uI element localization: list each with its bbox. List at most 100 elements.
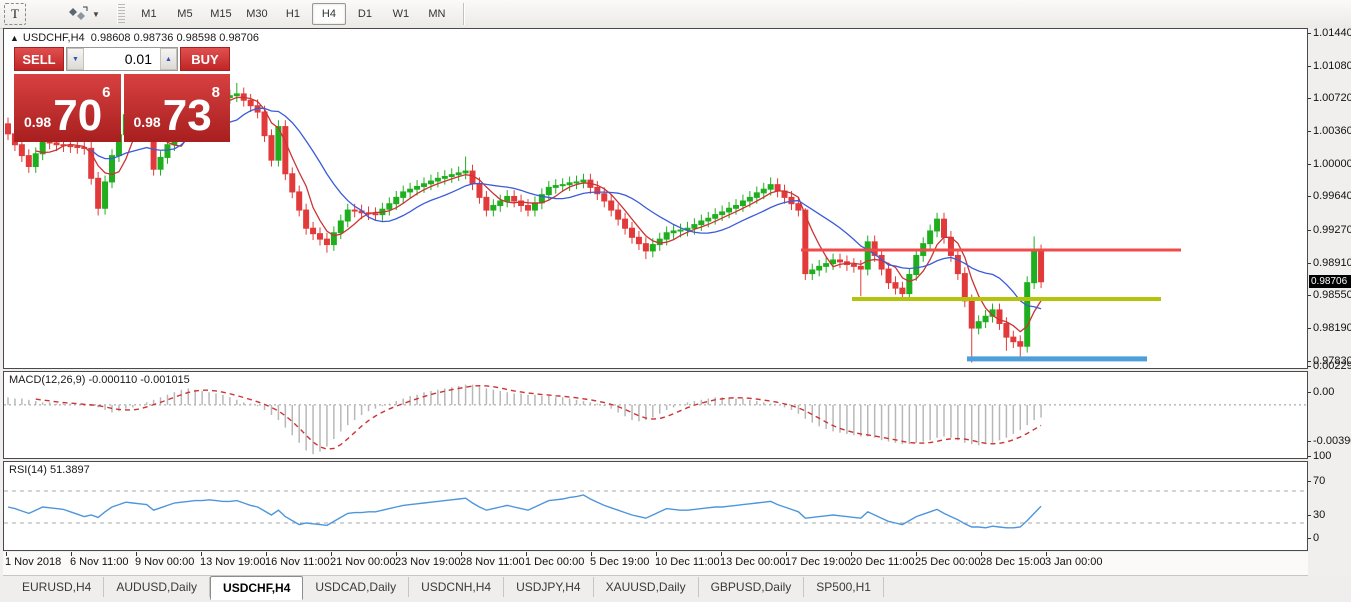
price-axis-tick bbox=[1308, 33, 1311, 34]
macd-label: MACD(12,26,9) -0.000110 -0.001015 bbox=[9, 374, 190, 386]
timeframe-button-m5[interactable]: M5 bbox=[168, 3, 202, 25]
buy-price-pip: 8 bbox=[212, 84, 220, 101]
price-axis-label: 0.98190 bbox=[1313, 322, 1351, 334]
ohlc-open: 0.98608 bbox=[91, 32, 131, 44]
time-axis-label: 17 Dec 19:00 bbox=[785, 556, 850, 568]
time-axis-label: 9 Nov 00:00 bbox=[135, 556, 194, 568]
time-axis-label: 23 Nov 19:00 bbox=[395, 556, 460, 568]
tab-usdjpy-h4[interactable]: USDJPY,H4 bbox=[504, 577, 593, 597]
macd-axis-label: -0.003904 bbox=[1313, 435, 1351, 447]
price-axis-tick bbox=[1308, 66, 1311, 67]
timeframe-button-w1[interactable]: W1 bbox=[384, 3, 418, 25]
timeframe-button-m1[interactable]: M1 bbox=[132, 3, 166, 25]
tab-audusd-daily[interactable]: AUDUSD,Daily bbox=[104, 577, 210, 597]
chart-tab-bar: EURUSD,H4AUDUSD,DailyUSDCHF,H4USDCAD,Dai… bbox=[0, 576, 1351, 602]
time-axis-label: 13 Nov 19:00 bbox=[200, 556, 265, 568]
sell-price-display[interactable]: 0.98 70 6 bbox=[14, 74, 121, 142]
time-axis-label: 10 Dec 11:00 bbox=[655, 556, 720, 568]
price-axis-label: 1.00720 bbox=[1313, 92, 1351, 104]
rsi-chart bbox=[4, 462, 1307, 550]
one-click-trade-panel: SELL ▼ 0.01 ▲ BUY 0.98 70 6 0.98 73 8 bbox=[14, 47, 230, 142]
pointer-mode-button[interactable]: ▼ bbox=[61, 3, 106, 25]
price-axis-label: 0.98550 bbox=[1313, 289, 1351, 301]
sell-button[interactable]: SELL bbox=[14, 47, 64, 71]
rsi-axis-label: 30 bbox=[1313, 509, 1325, 521]
rsi-axis-tick bbox=[1308, 456, 1311, 457]
time-axis-label: 28 Dec 15:00 bbox=[980, 556, 1045, 568]
macd-indicator-pane[interactable]: MACD(12,26,9) -0.000110 -0.001015 bbox=[3, 371, 1308, 459]
chart-ohlc-header: ▲USDCHF,H4 0.98608 0.98736 0.98598 0.987… bbox=[10, 32, 259, 44]
buy-price-big: 73 bbox=[163, 97, 212, 134]
tab-usdchf-h4[interactable]: USDCHF,H4 bbox=[210, 576, 303, 600]
price-axis-tick bbox=[1308, 230, 1311, 231]
price-axis-tick bbox=[1308, 328, 1311, 329]
timeframe-button-d1[interactable]: D1 bbox=[348, 3, 382, 25]
price-axis-tick bbox=[1308, 263, 1311, 264]
sell-price-big: 70 bbox=[53, 97, 102, 134]
current-price-tag: 0.98706 bbox=[1309, 275, 1351, 288]
toolbar-grip-handle[interactable] bbox=[117, 4, 125, 24]
lot-increase-button[interactable]: ▲ bbox=[160, 48, 177, 70]
time-axis-label: 1 Dec 00:00 bbox=[525, 556, 584, 568]
price-chart-pane[interactable]: ▲USDCHF,H4 0.98608 0.98736 0.98598 0.987… bbox=[3, 28, 1308, 369]
price-axis-label: 0.99270 bbox=[1313, 224, 1351, 236]
text-tool-button[interactable]: T bbox=[4, 3, 26, 25]
buy-price-prefix: 0.98 bbox=[133, 114, 160, 130]
lot-size-input[interactable]: 0.01 bbox=[84, 48, 160, 70]
price-axis[interactable]: 1.014401.010801.007201.003601.000000.996… bbox=[1308, 28, 1351, 552]
mt4-terminal: { "toolbar": { "text_tool_label": "T", "… bbox=[0, 0, 1351, 602]
price-axis-label: 1.01080 bbox=[1313, 60, 1351, 72]
buy-button[interactable]: BUY bbox=[180, 47, 230, 71]
macd-axis-label: 0.00 bbox=[1313, 386, 1334, 398]
timeframe-button-h1[interactable]: H1 bbox=[276, 3, 310, 25]
price-axis-tick bbox=[1308, 295, 1311, 296]
time-axis-label: 25 Dec 00:00 bbox=[915, 556, 980, 568]
rsi-axis-label: 100 bbox=[1313, 450, 1331, 462]
macd-axis-tick bbox=[1308, 366, 1311, 367]
buy-price-display[interactable]: 0.98 73 8 bbox=[124, 74, 231, 142]
sell-price-pip: 6 bbox=[102, 84, 110, 101]
price-axis-label: 0.98910 bbox=[1313, 257, 1351, 269]
time-axis[interactable]: 1 Nov 2018 6 Nov 11:00 9 Nov 00:00 13 Nov 1… bbox=[3, 552, 1308, 576]
ohlc-low: 0.98598 bbox=[176, 32, 216, 44]
symbol-arrow-icon: ▲ bbox=[10, 33, 19, 43]
time-axis-label: 16 Nov 11:00 bbox=[265, 556, 330, 568]
tab-eurusd-h4[interactable]: EURUSD,H4 bbox=[10, 577, 104, 597]
tab-sp500-h1[interactable]: SP500,H1 bbox=[804, 577, 884, 597]
tab-usdcad-daily[interactable]: USDCAD,Daily bbox=[303, 577, 409, 597]
timeframe-button-m30[interactable]: M30 bbox=[240, 3, 274, 25]
lot-size-box: ▼ 0.01 ▲ bbox=[66, 47, 178, 71]
time-axis-label: 28 Nov 11:00 bbox=[460, 556, 525, 568]
timeframe-button-mn[interactable]: MN bbox=[420, 3, 454, 25]
toolbar-separator bbox=[463, 3, 464, 25]
time-axis-label: 3 Jan 00:00 bbox=[1045, 556, 1103, 568]
time-axis-label: 6 Nov 11:00 bbox=[70, 556, 129, 568]
lot-decrease-button[interactable]: ▼ bbox=[67, 48, 84, 70]
macd-axis-tick bbox=[1308, 441, 1311, 442]
macd-axis-tick bbox=[1308, 392, 1311, 393]
tab-xauusd-daily[interactable]: XAUUSD,Daily bbox=[594, 577, 699, 597]
tab-gbpusd-daily[interactable]: GBPUSD,Daily bbox=[699, 577, 805, 597]
timeframe-button-h4[interactable]: H4 bbox=[312, 3, 346, 25]
sell-price-prefix: 0.98 bbox=[24, 114, 51, 130]
price-axis-tick bbox=[1308, 98, 1311, 99]
toolbar: T ▼ M1M5M15M30H1H4D1W1MN bbox=[0, 0, 1351, 29]
rsi-axis-label: 70 bbox=[1313, 475, 1325, 487]
rsi-axis-label: 0 bbox=[1313, 532, 1319, 544]
rsi-label: RSI(14) 51.3897 bbox=[9, 464, 90, 476]
ohlc-close: 0.98706 bbox=[219, 32, 259, 44]
macd-chart bbox=[4, 372, 1307, 458]
macd-axis-label: 0.002297 bbox=[1313, 360, 1351, 372]
price-axis-label: 1.00000 bbox=[1313, 158, 1351, 170]
rsi-indicator-pane[interactable]: RSI(14) 51.3897 bbox=[3, 461, 1308, 551]
timeframe-button-m15[interactable]: M15 bbox=[204, 3, 238, 25]
time-axis-label: 1 Nov 2018 bbox=[5, 556, 61, 568]
price-axis-tick bbox=[1308, 131, 1311, 132]
rsi-axis-tick bbox=[1308, 481, 1311, 482]
time-axis-label: 5 Dec 19:00 bbox=[590, 556, 649, 568]
price-axis-tick bbox=[1308, 361, 1311, 362]
timeframe-button-group: M1M5M15M30H1H4D1W1MN bbox=[131, 3, 455, 25]
price-axis-tick bbox=[1308, 196, 1311, 197]
ohlc-high: 0.98736 bbox=[134, 32, 174, 44]
tab-usdcnh-h4[interactable]: USDCNH,H4 bbox=[409, 577, 504, 597]
